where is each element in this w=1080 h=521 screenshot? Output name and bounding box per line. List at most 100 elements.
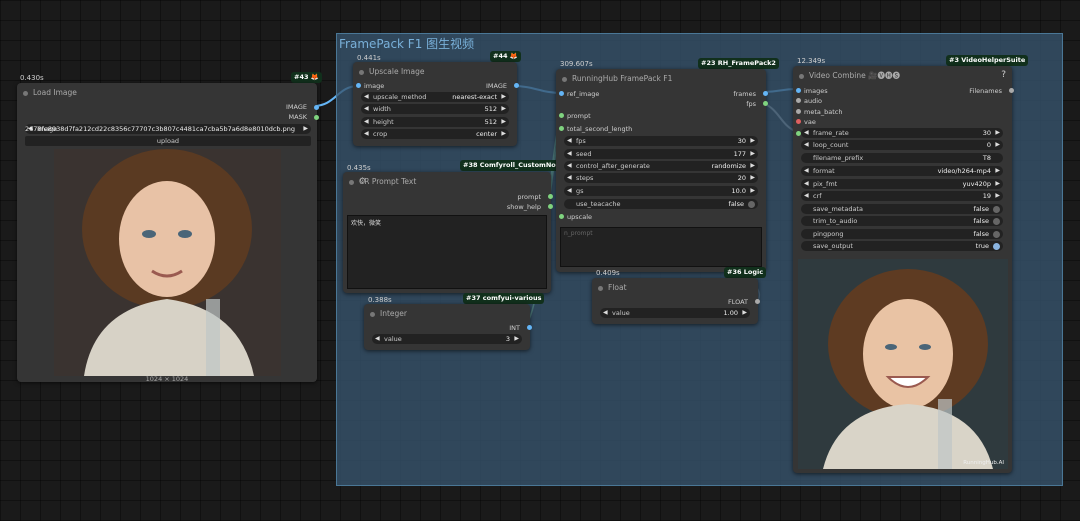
input-total-length-port[interactable]: [559, 126, 564, 131]
output-int-port[interactable]: [527, 325, 532, 330]
frame-rate-widget[interactable]: ◀ frame_rate 30 ▶: [801, 128, 1003, 138]
increment-arrow-icon[interactable]: ▶: [750, 161, 755, 171]
widget-label: filename_prefix: [813, 154, 864, 162]
increment-arrow-icon[interactable]: ▶: [995, 166, 1000, 176]
decrement-arrow-icon[interactable]: ◀: [364, 117, 369, 127]
upload-button[interactable]: upload: [25, 136, 311, 146]
decrement-arrow-icon[interactable]: ◀: [364, 92, 369, 102]
increment-arrow-icon[interactable]: ▶: [501, 117, 506, 127]
increment-arrow-icon[interactable]: ▶: [750, 136, 755, 146]
decrement-arrow-icon[interactable]: ◀: [567, 161, 572, 171]
decrement-arrow-icon[interactable]: ◀: [804, 140, 809, 150]
output-float-port[interactable]: [755, 299, 760, 304]
increment-arrow-icon[interactable]: ▶: [995, 140, 1000, 150]
input-meta-batch-port[interactable]: [796, 109, 801, 114]
widget-value: 20: [737, 174, 746, 182]
decrement-arrow-icon[interactable]: ◀: [567, 186, 572, 196]
output-prompt-port[interactable]: [548, 194, 553, 199]
output-image-port[interactable]: [514, 83, 519, 88]
float-value-widget[interactable]: ◀ value 1.00 ▶: [600, 308, 750, 318]
increment-arrow-icon[interactable]: ▶: [501, 92, 506, 102]
integer-value-widget[interactable]: ◀ value 3 ▶: [372, 334, 522, 344]
node-framepack[interactable]: RunningHub FramePack F1 ref_image frames…: [556, 69, 768, 272]
image-dimensions: 1024 × 1024: [145, 375, 189, 383]
prompt-textarea[interactable]: 欢快，微笑: [347, 215, 547, 289]
input-prompt-port[interactable]: [559, 113, 564, 118]
increment-arrow-icon[interactable]: ▶: [501, 104, 506, 114]
increment-arrow-icon[interactable]: ▶: [750, 186, 755, 196]
node-integer[interactable]: Integer INT ◀ value 3 ▶: [364, 304, 532, 350]
decrement-arrow-icon[interactable]: ◀: [804, 191, 809, 201]
input-ref-image-port[interactable]: [559, 91, 564, 96]
input-audio-port[interactable]: [796, 98, 801, 103]
decrement-arrow-icon[interactable]: ◀: [804, 166, 809, 176]
increment-arrow-icon[interactable]: ▶: [501, 129, 506, 139]
node-cr-prompt-text[interactable]: CR Prompt Text ⚙ prompt show_help 欢快，微笑: [343, 172, 553, 293]
decrement-arrow-icon[interactable]: ◀: [804, 179, 809, 189]
output-image-port[interactable]: [314, 105, 319, 110]
image-file-select[interactable]: ◀ image 2678fe8938d7fa212cd22c8356c77707…: [25, 124, 311, 134]
next-arrow-icon[interactable]: ▶: [303, 124, 308, 134]
decrement-arrow-icon[interactable]: ◀: [804, 128, 809, 138]
gs-widget[interactable]: ◀ gs 10.0 ▶: [564, 186, 758, 196]
upscale-method-widget[interactable]: ◀ upscale_method nearest-exact ▶: [361, 92, 509, 102]
decrement-arrow-icon[interactable]: ◀: [603, 308, 608, 318]
decrement-arrow-icon[interactable]: ◀: [364, 104, 369, 114]
widget-label: seed: [576, 150, 592, 158]
filename-prefix-widget[interactable]: filename_prefix T8: [801, 153, 1003, 163]
loop-count-widget[interactable]: ◀ loop_count 0 ▶: [801, 140, 1003, 150]
n-prompt-textarea[interactable]: n_prompt: [560, 227, 762, 267]
height-widget[interactable]: ◀ height 512 ▶: [361, 117, 509, 127]
control-after-generate-widget[interactable]: ◀ control_after_generate randomize ▶: [564, 161, 758, 171]
node-float[interactable]: Float FLOAT ◀ value 1.00 ▶: [592, 278, 760, 324]
output-fps-port[interactable]: [763, 101, 768, 106]
output-image-label: IMAGE: [285, 103, 307, 111]
output-filenames-port[interactable]: [1009, 88, 1014, 93]
decrement-arrow-icon[interactable]: ◀: [364, 129, 369, 139]
format-widget[interactable]: ◀ format video/h264-mp4 ▶: [801, 166, 1003, 176]
seed-widget[interactable]: ◀ seed 177 ▶: [564, 149, 758, 159]
trim-to-audio-toggle[interactable]: trim_to_audio false: [801, 216, 1003, 226]
pix-fmt-widget[interactable]: ◀ pix_fmt yuv420p ▶: [801, 179, 1003, 189]
save-metadata-toggle[interactable]: save_metadata false: [801, 204, 1003, 214]
node-upscale-image[interactable]: Upscale Image image IMAGE ◀ upscale_metho…: [353, 62, 519, 146]
increment-arrow-icon[interactable]: ▶: [995, 179, 1000, 189]
input-audio-label: audio: [804, 97, 823, 105]
output-filenames-label: Filenames: [969, 87, 1002, 95]
save-output-toggle[interactable]: save_output true: [801, 241, 1003, 251]
crop-widget[interactable]: ◀ crop center ▶: [361, 129, 509, 139]
widget-label: height: [373, 118, 394, 126]
input-vae-port[interactable]: [796, 119, 801, 124]
output-mask-port[interactable]: [314, 115, 319, 120]
widget-label: value: [384, 335, 402, 343]
width-widget[interactable]: ◀ width 512 ▶: [361, 104, 509, 114]
output-show-help-port[interactable]: [548, 204, 553, 209]
help-icon[interactable]: ?: [1001, 70, 1006, 80]
decrement-arrow-icon[interactable]: ◀: [567, 173, 572, 183]
increment-arrow-icon[interactable]: ▶: [995, 128, 1000, 138]
input-upscale-port[interactable]: [559, 214, 564, 219]
toggle-knob: [993, 242, 1000, 250]
input-image-port[interactable]: [356, 83, 361, 88]
decrement-arrow-icon[interactable]: ◀: [567, 149, 572, 159]
increment-arrow-icon[interactable]: ▶: [742, 308, 747, 318]
increment-arrow-icon[interactable]: ▶: [514, 334, 519, 344]
output-video-preview[interactable]: RunningHub.AI: [798, 259, 1008, 469]
widget-label: pingpong: [813, 230, 844, 238]
input-vae-label: vae: [804, 118, 816, 126]
use-teacache-toggle[interactable]: use_teacache false: [564, 199, 758, 209]
decrement-arrow-icon[interactable]: ◀: [375, 334, 380, 344]
increment-arrow-icon[interactable]: ▶: [995, 191, 1000, 201]
decrement-arrow-icon[interactable]: ◀: [567, 136, 572, 146]
crf-widget[interactable]: ◀ crf 19 ▶: [801, 191, 1003, 201]
input-images-port[interactable]: [796, 88, 801, 93]
fps-widget[interactable]: ◀ fps 30 ▶: [564, 136, 758, 146]
node-load-image[interactable]: Load Image IMAGE MASK ◀ image 2678fe8938…: [17, 83, 319, 383]
node-video-combine[interactable]: Video Combine 🎥🅥🅗🅢 ? images Filenames au…: [793, 66, 1014, 473]
widget-value: randomize: [711, 162, 746, 170]
increment-arrow-icon[interactable]: ▶: [750, 149, 755, 159]
pingpong-toggle[interactable]: pingpong false: [801, 229, 1003, 239]
steps-widget[interactable]: ◀ steps 20 ▶: [564, 173, 758, 183]
output-frames-port[interactable]: [763, 91, 768, 96]
increment-arrow-icon[interactable]: ▶: [750, 173, 755, 183]
